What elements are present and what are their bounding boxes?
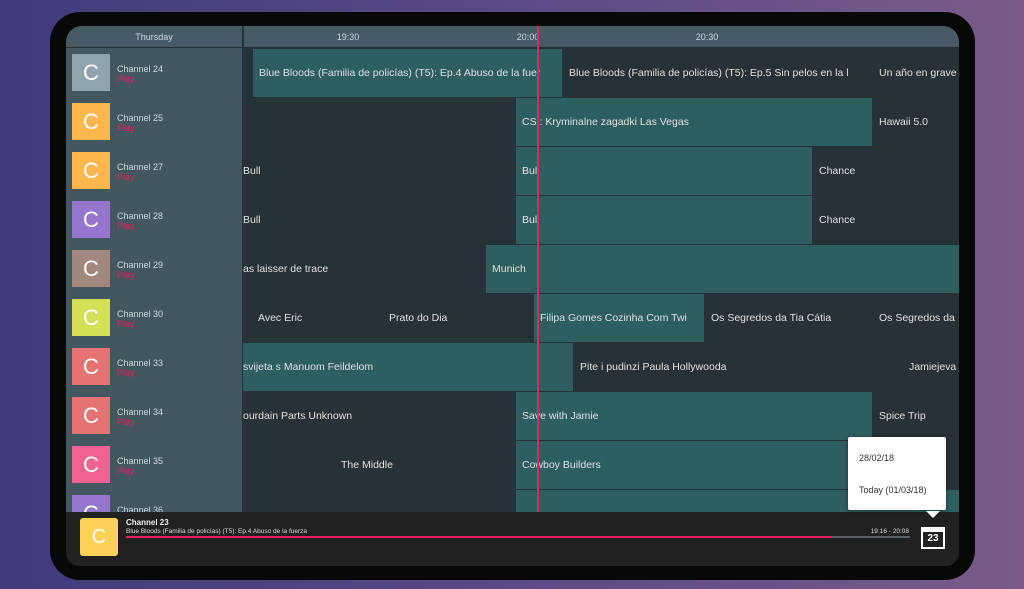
- play-link[interactable]: Play: [117, 172, 135, 182]
- program-cell[interactable]: Bull: [243, 147, 515, 195]
- program-cell[interactable]: Jamiejeva: [903, 343, 959, 391]
- program-cell[interactable]: Bull: [516, 196, 812, 244]
- channel-item[interactable]: C Channel 35 Play: [66, 440, 242, 489]
- play-link[interactable]: Play: [117, 319, 135, 329]
- program-cell[interactable]: Un año en grave: [873, 49, 959, 97]
- channel-list: C Channel 24 Play C Channel 25 Play C Chan…: [66, 48, 242, 532]
- program-cell[interactable]: Spice Trip: [873, 392, 959, 440]
- program-cell[interactable]: Pite i pudinzi Paula Hollywooda: [574, 343, 902, 391]
- program-cell[interactable]: Munich: [486, 245, 959, 293]
- program-cell[interactable]: [247, 490, 515, 512]
- day-label: Thursday: [66, 26, 244, 47]
- play-link[interactable]: Play: [117, 417, 135, 427]
- channel-name: Channel 28: [117, 211, 164, 221]
- program-cell[interactable]: [243, 49, 252, 97]
- program-cell[interactable]: [243, 98, 515, 146]
- channel-logo: C: [72, 348, 110, 385]
- program-cell[interactable]: Chance: [813, 147, 959, 195]
- channel-item[interactable]: C Channel 28 Play: [66, 195, 242, 244]
- progress-fill: [126, 536, 832, 538]
- channel-logo: C: [72, 201, 110, 238]
- channel-name: Channel 33: [117, 358, 164, 368]
- channel-item[interactable]: C Channel 30 Play: [66, 293, 242, 342]
- channel-logo: C: [72, 299, 110, 336]
- play-link[interactable]: Play: [117, 368, 135, 378]
- time-tick: 20:00: [516, 32, 540, 42]
- now-playing-channel: Channel 23: [126, 518, 169, 527]
- channel-name: Channel 29: [117, 260, 164, 270]
- channel-logo: C: [72, 152, 110, 189]
- channel-logo: C: [72, 250, 110, 287]
- now-playing-title: Blue Bloods (Familia de policías) (T5): …: [126, 528, 308, 535]
- program-cell[interactable]: Os Segredos da Tia Cátia: [705, 294, 872, 342]
- tv-guide-screen: Thursday 19:30 20:00 20:30 C Channel 24 …: [66, 26, 959, 566]
- current-time-line: [537, 26, 539, 512]
- program-cell[interactable]: Bull: [516, 147, 812, 195]
- program-cell[interactable]: The Middle: [335, 441, 502, 489]
- date-option-today[interactable]: Today (01/03/18): [859, 485, 927, 495]
- now-playing-logo: C: [80, 518, 118, 556]
- program-cell[interactable]: Chance: [813, 196, 959, 244]
- channel-name: Channel 24: [117, 64, 164, 74]
- channel-item[interactable]: C Channel 25 Play: [66, 97, 242, 146]
- channel-logo: C: [72, 54, 110, 91]
- program-cell[interactable]: Blue Bloods (Familia de policías) (T5): …: [563, 49, 872, 97]
- channel-logo: C: [72, 103, 110, 140]
- channel-logo: C: [72, 397, 110, 434]
- date-option[interactable]: 28/02/18: [859, 453, 894, 463]
- channel-name: Channel 25: [117, 113, 164, 123]
- program-cell[interactable]: Filipa Gomes Cozinha Com Twi: [534, 294, 704, 342]
- now-playing-bar: C Channel 23 Blue Bloods (Familia de pol…: [66, 512, 959, 566]
- play-link[interactable]: Play: [117, 221, 135, 231]
- channel-name: Channel 35: [117, 456, 164, 466]
- timeline-header: Thursday 19:30 20:00 20:30: [66, 26, 959, 47]
- play-link[interactable]: Play: [117, 74, 135, 84]
- program-cell[interactable]: as laisser de trace: [243, 245, 485, 293]
- program-cell[interactable]: Avec Eric: [252, 294, 382, 342]
- program-cell[interactable]: Blue Bloods (Familia de policías) (T5): …: [253, 49, 562, 97]
- program-cell[interactable]: CS : Kryminalne zagadki Las Vegas: [516, 98, 872, 146]
- channel-item[interactable]: C Channel 27 Play: [66, 146, 242, 195]
- channel-item[interactable]: C Channel 34 Play: [66, 391, 242, 440]
- channel-item[interactable]: C Channel 33 Play: [66, 342, 242, 391]
- channel-item[interactable]: C Channel 24 Play: [66, 48, 242, 97]
- program-cell[interactable]: Cowboy Builders: [516, 441, 872, 489]
- channel-item[interactable]: C Channel 29 Play: [66, 244, 242, 293]
- channel-logo: C: [72, 446, 110, 483]
- program-cell[interactable]: Hawaii 5.0: [873, 98, 959, 146]
- time-tick: 19:30: [336, 32, 360, 42]
- program-cell[interactable]: [503, 441, 515, 489]
- channel-name: Channel 30: [117, 309, 164, 319]
- time-tick: 20:30: [695, 32, 719, 42]
- program-cell[interactable]: [243, 294, 251, 342]
- channel-name: Channel 27: [117, 162, 164, 172]
- date-menu: 28/02/18 Today (01/03/18): [848, 437, 946, 518]
- play-link[interactable]: Play: [117, 466, 135, 476]
- play-link[interactable]: Play: [117, 270, 135, 280]
- program-cell[interactable]: svijeta s Manuom Feildelom: [243, 343, 573, 391]
- program-cell[interactable]: Bull: [243, 196, 515, 244]
- play-link[interactable]: Play: [117, 123, 135, 133]
- program-cell[interactable]: ourdain Parts Unknown: [243, 392, 515, 440]
- calendar-icon[interactable]: 23: [921, 527, 945, 549]
- now-playing-time: 19:16 - 20:08: [870, 528, 909, 535]
- channel-name: Channel 34: [117, 407, 164, 417]
- program-cell[interactable]: Save with Jamie: [516, 392, 872, 440]
- program-cell[interactable]: Os Segredos da: [873, 294, 959, 342]
- program-cell[interactable]: Prato do Dia: [383, 294, 533, 342]
- progress-bar: [126, 536, 910, 538]
- program-cell[interactable]: [243, 441, 334, 489]
